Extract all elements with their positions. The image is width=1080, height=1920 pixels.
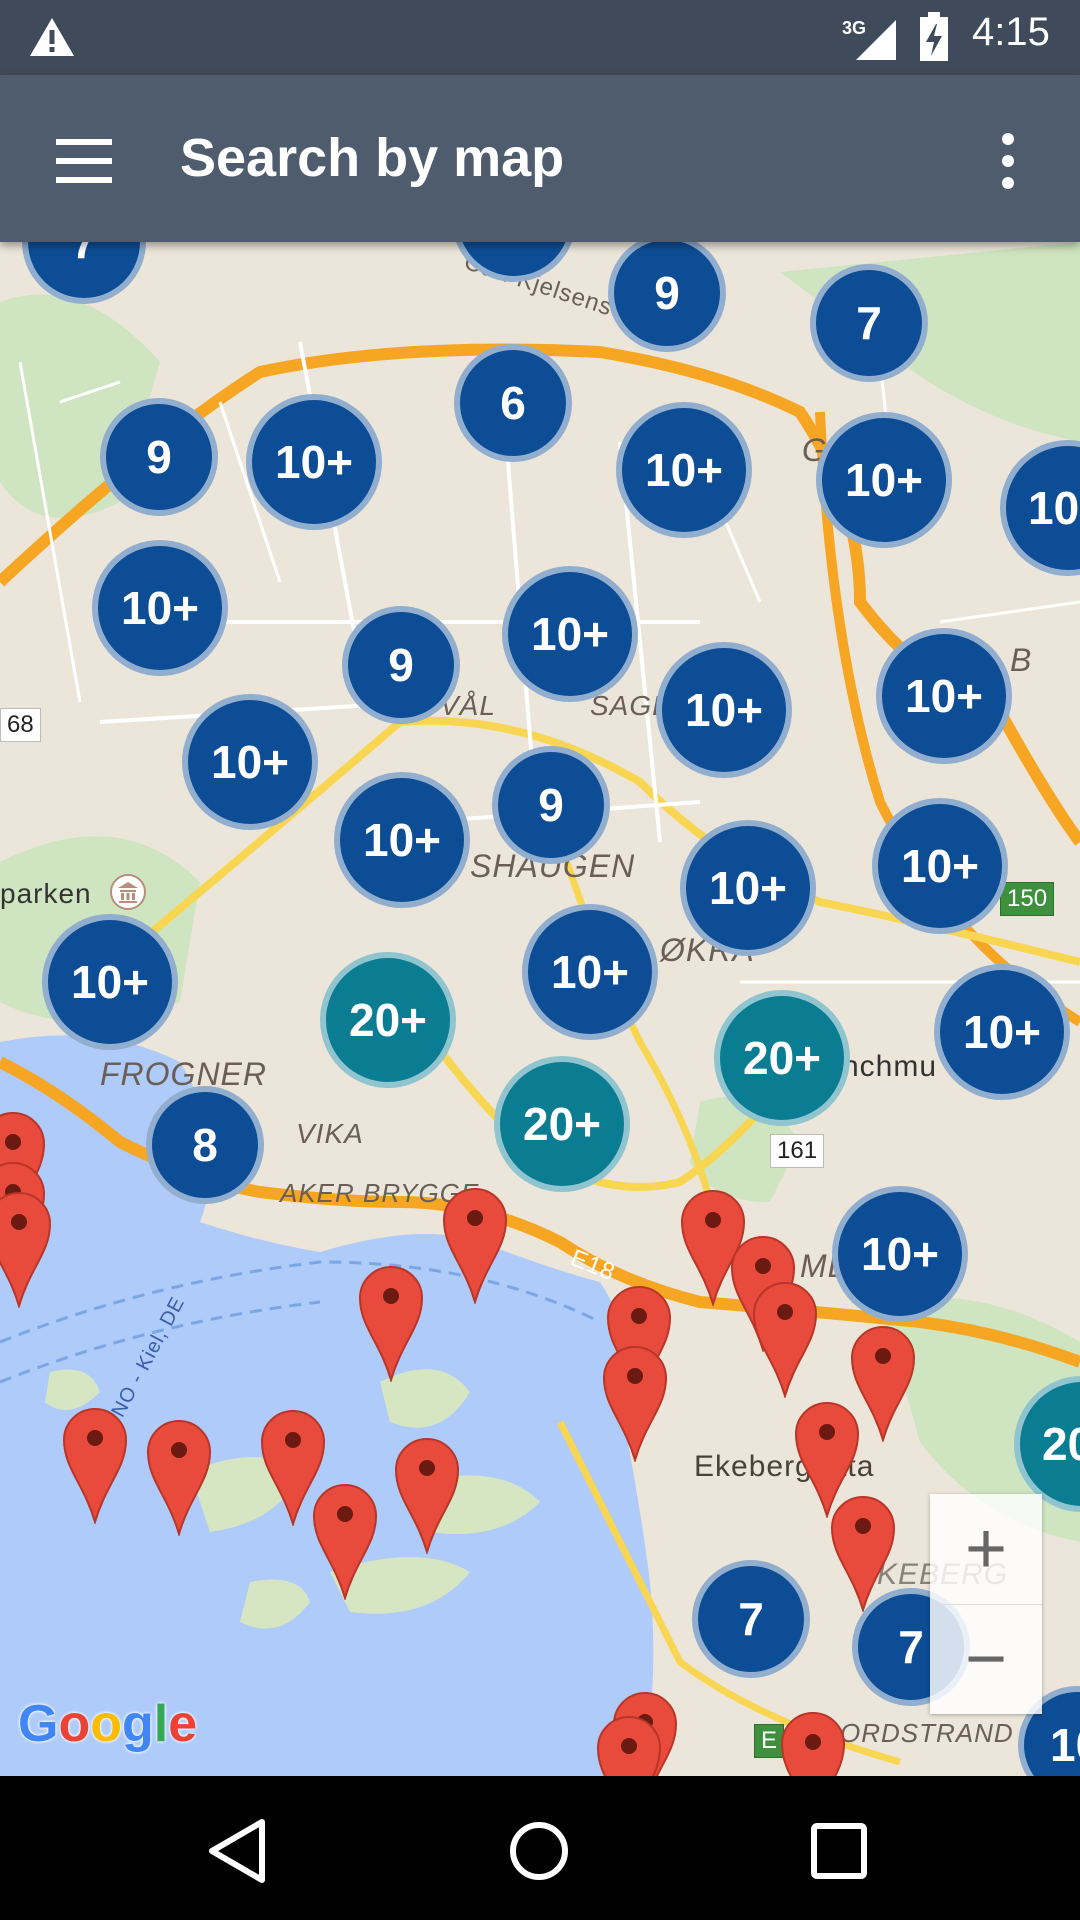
zoom-controls: + − — [930, 1494, 1042, 1714]
zoom-out-button[interactable]: − — [930, 1604, 1042, 1714]
cluster-marker[interactable]: 10+ — [522, 904, 658, 1040]
map-pin[interactable] — [830, 1492, 896, 1612]
road-shield-68: 68 — [0, 708, 41, 742]
map-pin[interactable] — [394, 1434, 460, 1554]
road-shield-161: 161 — [770, 1134, 825, 1168]
map-pin[interactable] — [596, 1712, 662, 1776]
map-pin[interactable] — [442, 1184, 508, 1304]
cluster-marker[interactable]: 10+ — [934, 964, 1070, 1100]
museum-icon — [110, 874, 146, 910]
cluster-marker[interactable]: 20+ — [320, 952, 456, 1088]
map-pin[interactable] — [146, 1416, 212, 1536]
cluster-marker[interactable]: 10+ — [92, 540, 228, 676]
google-logo: Google — [18, 1695, 198, 1753]
cluster-marker[interactable]: 10+ — [876, 628, 1012, 764]
cluster-marker[interactable]: 10+ — [616, 402, 752, 538]
map-pin[interactable] — [312, 1480, 378, 1600]
battery-charging-icon — [920, 12, 948, 61]
recents-icon[interactable] — [794, 1806, 884, 1896]
cluster-marker[interactable]: 10+ — [182, 694, 318, 830]
more-vert-icon[interactable] — [970, 117, 1050, 205]
network-type-text: 3G — [842, 18, 866, 38]
cluster-marker[interactable]: 7 — [692, 1560, 810, 1678]
zoom-in-button[interactable]: + — [930, 1494, 1042, 1605]
cluster-marker[interactable]: 10+ — [246, 394, 382, 530]
map-label-vika: VIKA — [296, 1118, 364, 1149]
cluster-marker[interactable]: 10+ — [680, 820, 816, 956]
cluster-marker[interactable]: 10+ — [42, 914, 178, 1050]
cluster-marker[interactable]: 9 — [100, 398, 218, 516]
cluster-marker[interactable]: 7 — [810, 264, 928, 382]
map-label-parken: parken — [0, 878, 92, 909]
map-pin[interactable] — [358, 1262, 424, 1382]
status-time: 4:15 — [972, 10, 1050, 54]
navigation-bar — [0, 1776, 1080, 1920]
map-label-munch: nchmu — [842, 1050, 938, 1083]
map-view[interactable]: Carl Kjelsens Vei SAGENE VÅL SHAUGEN ØKR… — [0, 242, 1080, 1776]
app-bar: Search by map — [0, 75, 1080, 242]
map-pin[interactable] — [780, 1708, 846, 1776]
cluster-marker[interactable]: 10+ — [872, 798, 1008, 934]
hamburger-menu-icon[interactable] — [40, 117, 128, 205]
cluster-marker[interactable]: 10+ — [816, 412, 952, 548]
map-pin[interactable] — [62, 1404, 128, 1524]
warning-icon — [30, 18, 74, 56]
page-title: Search by map — [180, 128, 565, 188]
map-pin[interactable] — [0, 1188, 52, 1308]
cluster-marker[interactable]: 6 — [454, 344, 572, 462]
cluster-marker[interactable]: 10+ — [502, 566, 638, 702]
home-icon[interactable] — [494, 1806, 584, 1896]
map-label-frogner: FROGNER — [100, 1056, 267, 1092]
cluster-marker[interactable]: 20+ — [494, 1056, 630, 1192]
cluster-marker[interactable]: 8 — [146, 1086, 264, 1204]
map-pin[interactable] — [602, 1342, 668, 1462]
map-pin[interactable] — [752, 1278, 818, 1398]
map-label-b: B — [1010, 642, 1033, 678]
back-icon[interactable] — [196, 1806, 286, 1896]
cluster-marker[interactable]: 10+ — [832, 1186, 968, 1322]
road-shield-150: 150 — [1000, 882, 1055, 916]
status-bar: 3G 4:15 — [0, 0, 1080, 75]
map-label-nordstrand: ORDSTRAND — [840, 1718, 1014, 1748]
cluster-marker[interactable]: 20+ — [714, 990, 850, 1126]
cluster-marker[interactable]: 9 — [342, 606, 460, 724]
cluster-marker[interactable]: 10+ — [656, 642, 792, 778]
cluster-marker[interactable]: 10+ — [334, 772, 470, 908]
signal-icon: 3G — [842, 18, 896, 60]
cluster-marker[interactable]: 9 — [492, 746, 610, 864]
